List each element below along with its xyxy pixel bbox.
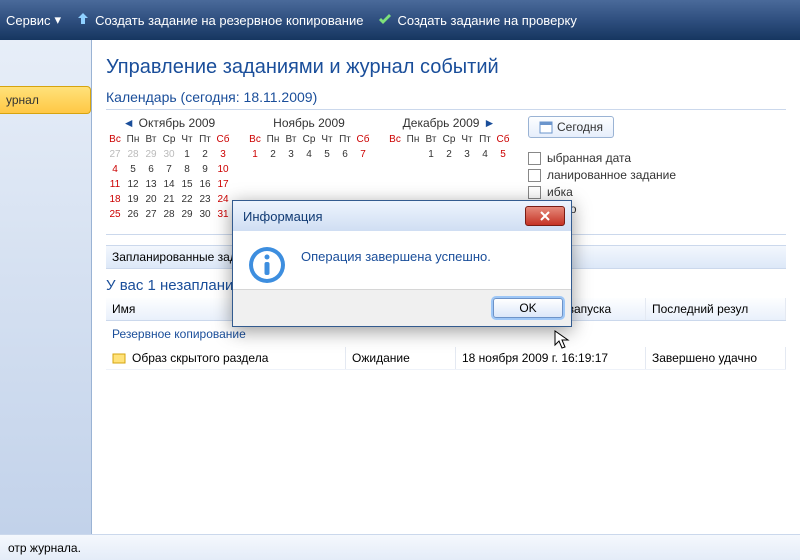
today-button[interactable]: Сегодня <box>528 116 614 138</box>
service-menu[interactable]: Сервис ▾ <box>6 12 61 28</box>
month-grid[interactable]: ВсПнВтСрЧтПтСб 1234567 <box>246 132 372 162</box>
main-toolbar: Сервис ▾ Создать задание на резервное ко… <box>0 0 800 40</box>
info-dialog: Информация Операция завершена успешно. O… <box>232 200 572 327</box>
legend-selected: ыбранная дата <box>528 151 676 165</box>
sidebar-tab-label: урнал <box>6 93 39 107</box>
col-result[interactable]: Последний резул <box>646 298 786 320</box>
sidebar: урнал <box>0 40 92 534</box>
check-icon <box>377 12 393 28</box>
task-state: Ожидание <box>346 347 456 369</box>
create-backup-label: Создать задание на резервное копирование <box>95 13 363 28</box>
status-text: отр журнала. <box>8 541 81 555</box>
task-row[interactable]: Образ скрытого раздела Ожидание 18 ноябр… <box>106 347 786 370</box>
dialog-close-button[interactable] <box>525 206 565 226</box>
legend-planned: ланированное задание <box>528 168 676 182</box>
calendar-icon <box>539 120 553 134</box>
next-month-icon[interactable]: ► <box>483 116 495 130</box>
info-icon <box>247 245 287 285</box>
task-name: Образ скрытого раздела <box>132 351 268 365</box>
page-title: Управление заданиями и журнал событий <box>106 56 786 79</box>
dialog-ok-button[interactable]: OK <box>493 298 563 318</box>
today-label: Сегодня <box>557 120 603 134</box>
sidebar-tab-journal[interactable]: урнал <box>0 86 91 114</box>
month-label: Декабрь 2009 <box>403 116 480 130</box>
dialog-titlebar[interactable]: Информация <box>233 201 571 231</box>
dropdown-icon: ▾ <box>55 12 62 28</box>
calendar-heading: Календарь (сегодня: 18.11.2009) <box>106 89 786 105</box>
month-label: Ноябрь 2009 <box>273 116 345 130</box>
service-label: Сервис <box>6 13 51 28</box>
month-label: Октябрь 2009 <box>139 116 216 130</box>
month-grid[interactable]: ВсПнВтСрЧтПтСб 27282930123 45678910 1112… <box>106 132 232 222</box>
dialog-message: Операция завершена успешно. <box>301 245 491 264</box>
create-backup-button[interactable]: Создать задание на резервное копирование <box>75 12 363 28</box>
task-result: Завершено удачно <box>646 347 786 369</box>
legend-error: ибка <box>528 185 676 199</box>
prev-month-icon[interactable]: ◄ <box>123 116 135 130</box>
status-bar: отр журнала. <box>0 534 800 560</box>
calendar-month-oct: ◄ Октябрь 2009 ВсПнВтСрЧтПтСб 27282930123… <box>106 116 232 222</box>
task-time: 18 ноября 2009 г. 16:19:17 <box>456 347 646 369</box>
backup-icon <box>75 12 91 28</box>
month-grid[interactable]: ВсПнВтСрЧтПтСб 12345 <box>386 132 512 162</box>
dialog-title: Информация <box>243 209 323 224</box>
close-icon <box>539 211 551 221</box>
create-check-button[interactable]: Создать задание на проверку <box>377 12 576 28</box>
create-check-label: Создать задание на проверку <box>397 13 576 28</box>
task-icon <box>112 351 126 365</box>
